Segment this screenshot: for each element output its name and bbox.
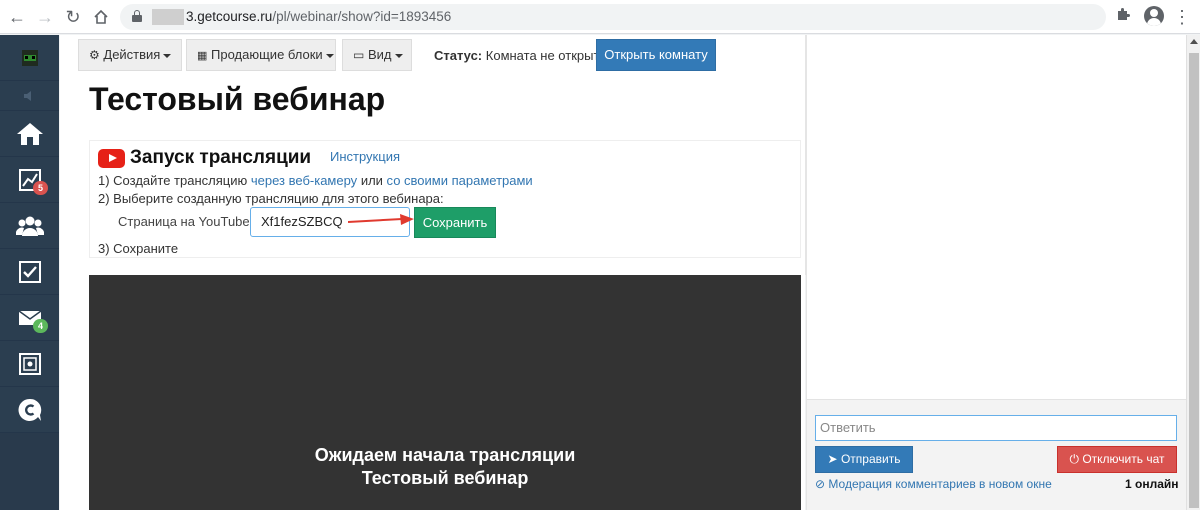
profile-avatar-icon[interactable] (1144, 6, 1164, 26)
custom-params-link[interactable]: со своими параметрами (387, 173, 533, 188)
instruction-link[interactable]: Инструкция (330, 149, 400, 164)
home-icon[interactable] (90, 6, 112, 28)
page-scrollbar[interactable] (1186, 35, 1200, 510)
view-dropdown[interactable]: ▭ Вид (342, 39, 412, 71)
scroll-up-icon[interactable] (1190, 39, 1198, 44)
sidebar-item-tasks[interactable] (0, 249, 59, 295)
users-icon (15, 216, 44, 236)
sidebar-item-safe[interactable] (0, 341, 59, 387)
red-arrow-annotation (348, 214, 414, 225)
chat-panel: Ответить ➤ Отправить ⏻ Отключить чат ⊘ М… (806, 35, 1187, 510)
url-text: 3.getcourse.ru/pl/webinar/show?id=189345… (186, 9, 452, 24)
save-button[interactable]: Сохранить (414, 207, 496, 238)
webinar-main: ⚙ Действия ▦ Продающие блоки ▭ Вид Стату… (60, 35, 806, 510)
page-title: Тестовый вебинар (89, 81, 386, 117)
youtube-page-label: Страница на YouTube: (118, 214, 254, 229)
chat-footer: Ответить ➤ Отправить ⏻ Отключить чат ⊘ М… (807, 399, 1187, 510)
browser-toolbar: ← → ↻ 3.getcourse.ru/pl/webinar/show?id=… (0, 0, 1200, 34)
address-bar[interactable]: 3.getcourse.ru/pl/webinar/show?id=189345… (120, 4, 1106, 30)
redacted-url-part (152, 9, 184, 25)
lock-icon (132, 10, 142, 22)
gears-icon: ⚙ (89, 48, 100, 62)
app-sidebar: 5 4 (0, 35, 59, 510)
monitor-icon: ▭ (353, 48, 365, 62)
ban-circle-icon: ⊘ (815, 477, 826, 491)
grid-icon: ▦ (197, 50, 208, 62)
sidebar-item-mail[interactable]: 4 (0, 295, 59, 341)
back-arrow-icon[interactable]: ← (6, 6, 28, 28)
sidebar-item-chat[interactable] (0, 387, 59, 433)
selling-blocks-dropdown[interactable]: ▦ Продающие блоки (186, 39, 336, 71)
step-2: 2) Выберите созданную трансляцию для это… (98, 191, 444, 206)
broadcast-panel: Запуск трансляции Инструкция 1) Создайте… (89, 140, 801, 258)
webcam-link[interactable]: через веб-камеру (251, 173, 357, 188)
safe-icon (18, 352, 41, 375)
open-room-button[interactable]: Открыть комнату (596, 39, 716, 71)
home-icon (16, 122, 43, 145)
chat-bubble-icon (18, 398, 41, 421)
browser-menu-icon[interactable]: ⋮ (1173, 6, 1191, 28)
sidebar-item-home[interactable] (0, 111, 59, 157)
sidebar-empty-area (0, 433, 59, 510)
logo-icon (21, 49, 38, 66)
room-status: Статус: Комната не открыта (434, 48, 607, 63)
send-button[interactable]: ➤ Отправить (815, 446, 913, 473)
extensions-puzzle-icon[interactable] (1115, 6, 1131, 27)
stats-badge: 5 (33, 181, 48, 195)
waiting-message: Ожидаем начала трансляции (314, 445, 576, 465)
step-1: 1) Создайте трансляцию через веб-камеру … (98, 173, 533, 188)
youtube-icon (98, 149, 125, 168)
online-count: 1 онлайн (1125, 477, 1179, 491)
sidebar-logo[interactable] (0, 35, 59, 81)
paper-plane-icon: ➤ (827, 452, 838, 466)
reload-icon[interactable]: ↻ (62, 6, 84, 28)
step-3: 3) Сохраните (98, 241, 179, 256)
sidebar-item-users[interactable] (0, 203, 59, 249)
video-webinar-title: Тестовый вебинар (361, 468, 529, 488)
video-player[interactable]: Ожидаем начала трансляции Тестовый вебин… (89, 275, 801, 510)
power-icon: ⏻ (1069, 452, 1080, 466)
checkbox-icon (18, 260, 41, 283)
forward-arrow-icon[interactable]: → (34, 6, 56, 28)
scroll-thumb[interactable] (1189, 53, 1199, 508)
reply-input[interactable]: Ответить (815, 415, 1177, 441)
broadcast-title: Запуск трансляции (130, 147, 312, 168)
sidebar-sound[interactable] (0, 81, 59, 111)
disable-chat-button[interactable]: ⏻ Отключить чат (1057, 446, 1177, 473)
actions-dropdown[interactable]: ⚙ Действия (78, 39, 182, 71)
speaker-icon (23, 90, 31, 101)
mail-badge: 4 (33, 319, 48, 333)
sidebar-item-stats[interactable]: 5 (0, 157, 59, 203)
moderation-link[interactable]: ⊘ Модерация комментариев в новом окне (815, 477, 1052, 491)
